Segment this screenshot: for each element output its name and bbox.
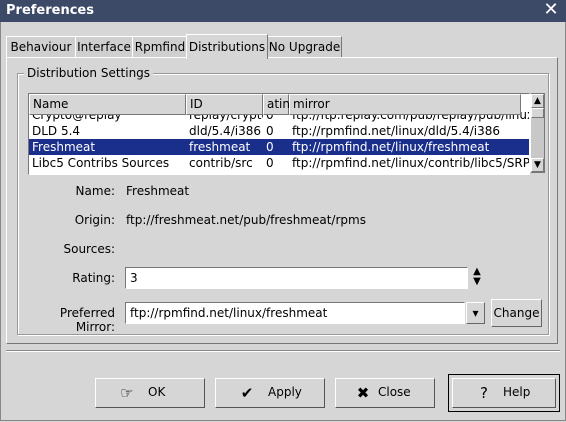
scroll-up-arrow-icon[interactable]: ▲ [531,94,544,108]
window-title: Preferences [6,3,94,18]
name-value: Freshmeat [126,184,190,198]
column-header-rating[interactable]: atin [263,94,290,115]
column-header-name[interactable]: Name [29,94,186,115]
spin-down-icon[interactable]: ▼ [470,277,484,287]
distribution-settings-group: Distribution Settings Crypto@replay repl… [17,66,549,335]
column-header-id[interactable]: ID [186,94,263,115]
list-header: Name ID atin mirror [29,94,529,115]
question-icon: ? [480,384,488,402]
tab-distributions[interactable]: Distributions [186,34,268,59]
list-scrollbar[interactable]: ▲ ▼ [530,93,545,173]
x-icon: ✖ [356,384,370,402]
ok-button[interactable]: ☞ OK [95,378,205,408]
list-row-selected[interactable]: Freshmeat freshmeat 0 ftp://rpmfind.net/… [29,139,529,155]
window-titlebar: Preferences ✕ [0,0,566,22]
group-label: Distribution Settings [24,66,154,80]
chevron-down-icon: ▾ [472,306,479,320]
rating-spinner[interactable]: ▲ ▼ [470,267,484,289]
apply-button[interactable]: ✔ Apply [215,378,325,408]
tab-behaviour[interactable]: Behaviour [6,36,76,58]
close-window-icon[interactable]: ✕ [542,1,560,19]
checkmark-icon: ✔ [240,384,254,402]
distribution-list[interactable]: Crypto@replay replay/crypto 0 ftp://ftp.… [28,93,530,175]
scroll-down-arrow-icon[interactable]: ▼ [531,158,544,172]
tab-no-upgrade[interactable]: No Upgrade [267,36,342,58]
rating-input[interactable]: 3 [125,267,468,289]
scroll-thumb[interactable] [531,108,544,118]
change-button[interactable]: Change [491,299,542,327]
origin-value: ftp://freshmeat.net/pub/freshmeat/rpms [126,213,366,227]
column-header-mirror[interactable]: mirror [289,94,521,115]
origin-label: Origin: [74,213,115,227]
sources-label: Sources: [63,242,115,256]
mirror-dropdown-button[interactable]: ▾ [466,302,485,324]
name-label: Name: [75,184,115,198]
list-row[interactable]: DLD 5.4 dld/5.4/i386 0 ftp://rpmfind.net… [29,123,529,139]
hand-ok-icon: ☞ [120,384,134,402]
tab-interface[interactable]: Interface [75,36,133,58]
tab-rpmfind[interactable]: Rpmfind [132,36,188,58]
list-row[interactable]: Libc5 Contribs Sources contrib/src 0 ftp… [29,155,529,171]
separator [6,350,560,352]
rating-label: Rating: [72,271,115,285]
close-button[interactable]: ✖ Close [335,378,435,408]
tab-panel: Distribution Settings Crypto@replay repl… [6,57,558,344]
help-button[interactable]: ? Help [448,374,560,412]
preferred-mirror-field[interactable]: ftp://rpmfind.net/linux/freshmeat [125,302,465,324]
preferred-mirror-label: Preferred Mirror: [59,306,115,334]
